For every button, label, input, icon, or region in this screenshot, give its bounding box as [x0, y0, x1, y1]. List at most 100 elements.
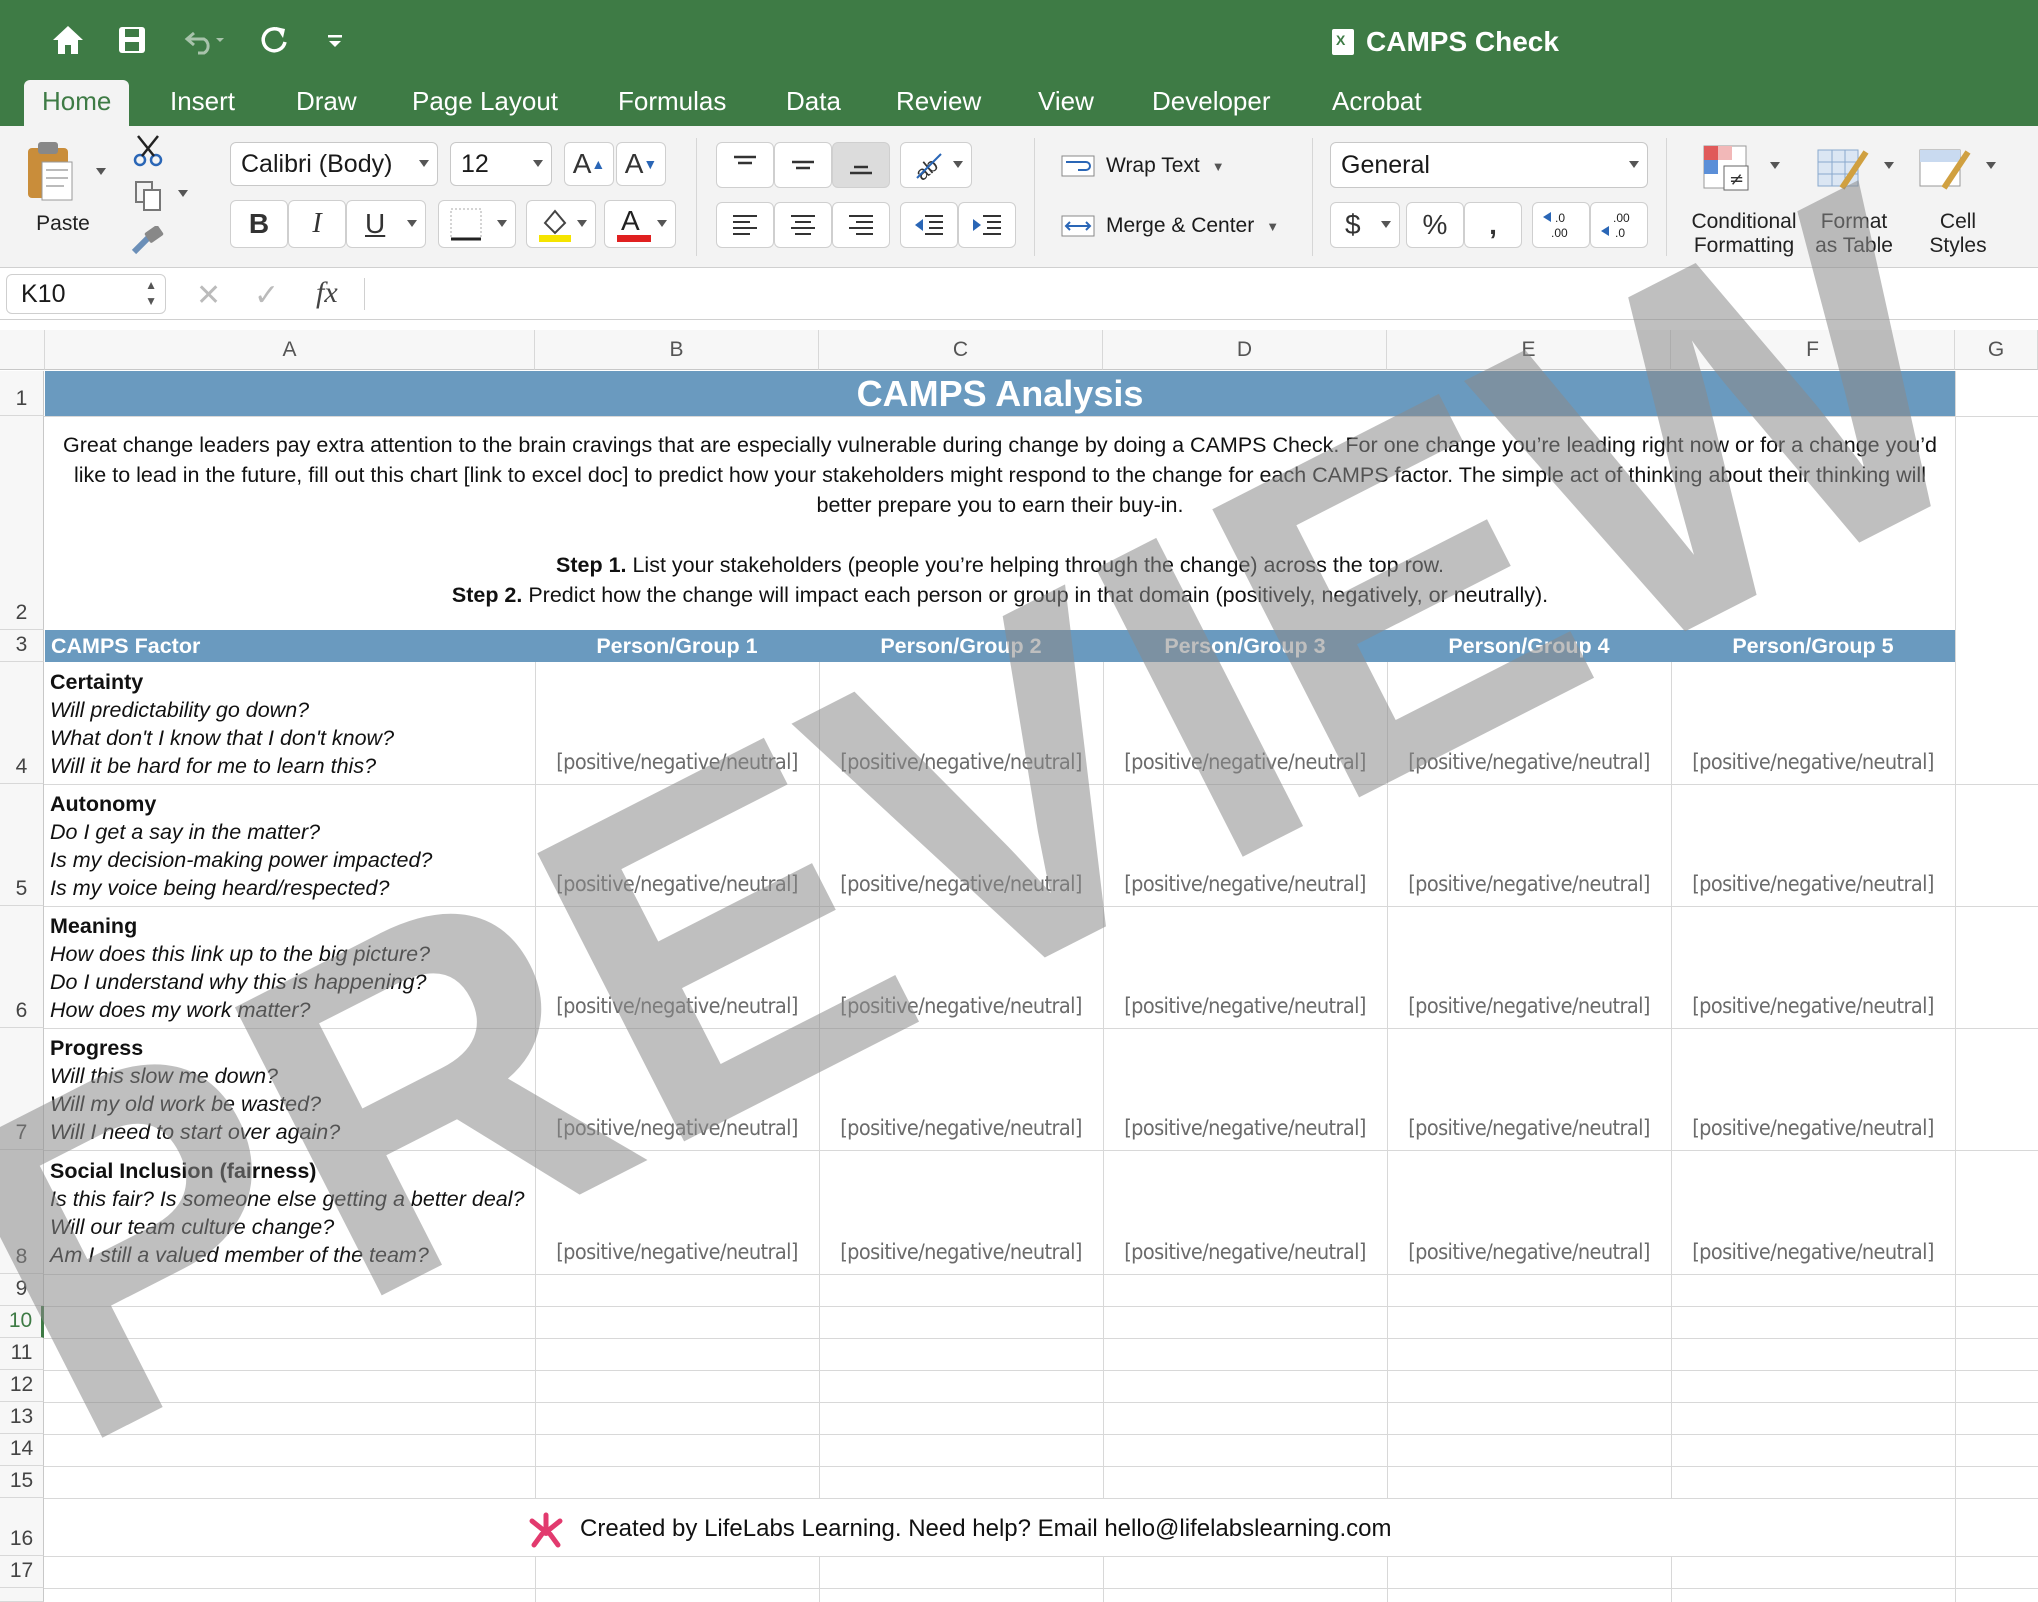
- paste-dropdown-icon[interactable]: [96, 168, 106, 175]
- format-painter-icon[interactable]: [130, 225, 170, 260]
- fill-color-button[interactable]: [526, 200, 596, 248]
- increase-decimal-button[interactable]: .0.00: [1532, 202, 1590, 248]
- tab-page-layout[interactable]: Page Layout: [394, 80, 576, 126]
- row-header-16[interactable]: 16: [0, 1498, 44, 1556]
- redo-icon[interactable]: [254, 18, 294, 62]
- response-cell[interactable]: [positive/negative/neutral]: [819, 1240, 1103, 1265]
- tab-view[interactable]: View: [1020, 80, 1112, 126]
- tab-review[interactable]: Review: [878, 80, 999, 126]
- response-cell[interactable]: [positive/negative/neutral]: [819, 1116, 1103, 1141]
- tab-draw[interactable]: Draw: [278, 80, 375, 126]
- response-cell[interactable]: [positive/negative/neutral]: [535, 750, 819, 775]
- response-cell[interactable]: [positive/negative/neutral]: [1671, 994, 1955, 1019]
- format-as-table-dropdown-icon[interactable]: [1884, 162, 1894, 169]
- response-cell[interactable]: [positive/negative/neutral]: [1387, 872, 1671, 897]
- response-cell[interactable]: [positive/negative/neutral]: [1103, 994, 1387, 1019]
- name-box[interactable]: K10 ▲ ▼: [6, 274, 166, 314]
- copy-dropdown-icon[interactable]: [178, 190, 188, 197]
- response-cell[interactable]: [positive/negative/neutral]: [1387, 750, 1671, 775]
- font-name-select[interactable]: Calibri (Body): [230, 142, 438, 186]
- conditional-formatting-label[interactable]: Conditional Formatting: [1682, 210, 1806, 258]
- column-header-b[interactable]: B: [535, 330, 819, 370]
- percent-button[interactable]: %: [1406, 202, 1464, 248]
- response-cell[interactable]: [positive/negative/neutral]: [1103, 872, 1387, 897]
- bold-button[interactable]: B: [230, 200, 288, 248]
- tab-formulas[interactable]: Formulas: [600, 80, 744, 126]
- column-header-e[interactable]: E: [1387, 330, 1671, 370]
- insert-function-button[interactable]: fx: [316, 276, 338, 310]
- comma-style-button[interactable]: ,: [1464, 202, 1522, 248]
- conditional-formatting-icon[interactable]: ≠: [1700, 142, 1756, 198]
- response-cell[interactable]: [positive/negative/neutral]: [819, 872, 1103, 897]
- row-header-6[interactable]: 6: [0, 906, 44, 1028]
- response-cell[interactable]: [positive/negative/neutral]: [535, 872, 819, 897]
- factor-social-inclusion[interactable]: Social Inclusion (fairness) Is this fair…: [50, 1157, 530, 1269]
- row-header-5[interactable]: 5: [0, 784, 44, 906]
- header-person-group-1[interactable]: Person/Group 1: [535, 630, 819, 662]
- column-header-d[interactable]: D: [1103, 330, 1387, 370]
- response-cell[interactable]: [positive/negative/neutral]: [1103, 1240, 1387, 1265]
- factor-certainty[interactable]: Certainty Will predictability go down? W…: [50, 668, 530, 780]
- factor-autonomy[interactable]: Autonomy Do I get a say in the matter? I…: [50, 790, 530, 902]
- response-cell[interactable]: [positive/negative/neutral]: [535, 1116, 819, 1141]
- currency-button[interactable]: $: [1330, 202, 1400, 248]
- cancel-formula-icon[interactable]: ✕: [196, 278, 221, 313]
- home-icon[interactable]: [48, 18, 88, 62]
- steps-text[interactable]: Step 1. List your stakeholders (people y…: [48, 550, 1952, 610]
- row-header-15[interactable]: 15: [0, 1466, 44, 1498]
- row-header-14[interactable]: 14: [0, 1434, 44, 1466]
- cell-styles-label[interactable]: Cell Styles: [1916, 210, 2000, 258]
- align-center-button[interactable]: [774, 202, 832, 248]
- row-header-1[interactable]: 1: [0, 371, 44, 416]
- align-bottom-button[interactable]: [832, 142, 890, 188]
- row-header-8[interactable]: 8: [0, 1150, 44, 1274]
- header-person-group-4[interactable]: Person/Group 4: [1387, 630, 1671, 662]
- paste-icon[interactable]: [24, 140, 80, 206]
- cell-styles-dropdown-icon[interactable]: [1986, 162, 1996, 169]
- row-header-7[interactable]: 7: [0, 1028, 44, 1150]
- header-camps-factor[interactable]: CAMPS Factor: [51, 630, 200, 662]
- increase-indent-button[interactable]: [958, 202, 1016, 248]
- header-person-group-3[interactable]: Person/Group 3: [1103, 630, 1387, 662]
- response-cell[interactable]: [positive/negative/neutral]: [819, 994, 1103, 1019]
- response-cell[interactable]: [positive/negative/neutral]: [535, 1240, 819, 1265]
- borders-button[interactable]: [438, 200, 516, 248]
- row-header-2[interactable]: 2: [0, 416, 44, 630]
- column-header-a[interactable]: A: [45, 330, 535, 370]
- response-cell[interactable]: [positive/negative/neutral]: [1671, 750, 1955, 775]
- tab-developer[interactable]: Developer: [1134, 80, 1289, 126]
- row-header-9[interactable]: 9: [0, 1274, 44, 1306]
- enter-formula-icon[interactable]: ✓: [254, 278, 279, 313]
- response-cell[interactable]: [positive/negative/neutral]: [1387, 994, 1671, 1019]
- response-cell[interactable]: [positive/negative/neutral]: [1103, 1116, 1387, 1141]
- row-header-12[interactable]: 12: [0, 1370, 44, 1402]
- formula-input[interactable]: [380, 272, 2020, 316]
- customize-toolbar-icon[interactable]: [318, 18, 352, 62]
- row-header-10[interactable]: 10: [0, 1306, 44, 1338]
- response-cell[interactable]: [positive/negative/neutral]: [1671, 1240, 1955, 1265]
- factor-progress[interactable]: Progress Will this slow me down? Will my…: [50, 1034, 530, 1146]
- merge-center-button[interactable]: Merge & Center ▼: [1060, 208, 1279, 244]
- response-cell[interactable]: [positive/negative/neutral]: [1671, 1116, 1955, 1141]
- select-all-corner[interactable]: [0, 330, 45, 370]
- underline-button[interactable]: U: [346, 200, 426, 248]
- align-right-button[interactable]: [832, 202, 890, 248]
- row-header-18[interactable]: [0, 1588, 44, 1602]
- number-format-select[interactable]: General: [1330, 142, 1648, 188]
- row-header-17[interactable]: 17: [0, 1556, 44, 1588]
- row-header-4[interactable]: 4: [0, 662, 44, 784]
- format-as-table-icon[interactable]: [1814, 142, 1874, 198]
- header-person-group-5[interactable]: Person/Group 5: [1671, 630, 1955, 662]
- column-header-g[interactable]: G: [1955, 330, 2038, 370]
- conditional-formatting-dropdown-icon[interactable]: [1770, 162, 1780, 169]
- decrease-indent-button[interactable]: [900, 202, 958, 248]
- wrap-text-button[interactable]: Wrap Text ▼: [1060, 148, 1225, 184]
- font-size-select[interactable]: 12: [450, 142, 552, 186]
- response-cell[interactable]: [positive/negative/neutral]: [1103, 750, 1387, 775]
- header-person-group-2[interactable]: Person/Group 2: [819, 630, 1103, 662]
- tab-insert[interactable]: Insert: [152, 80, 253, 126]
- tab-acrobat[interactable]: Acrobat: [1314, 80, 1440, 126]
- tab-home[interactable]: Home: [24, 80, 130, 126]
- orientation-button[interactable]: ab: [900, 142, 972, 188]
- response-cell[interactable]: [positive/negative/neutral]: [1671, 872, 1955, 897]
